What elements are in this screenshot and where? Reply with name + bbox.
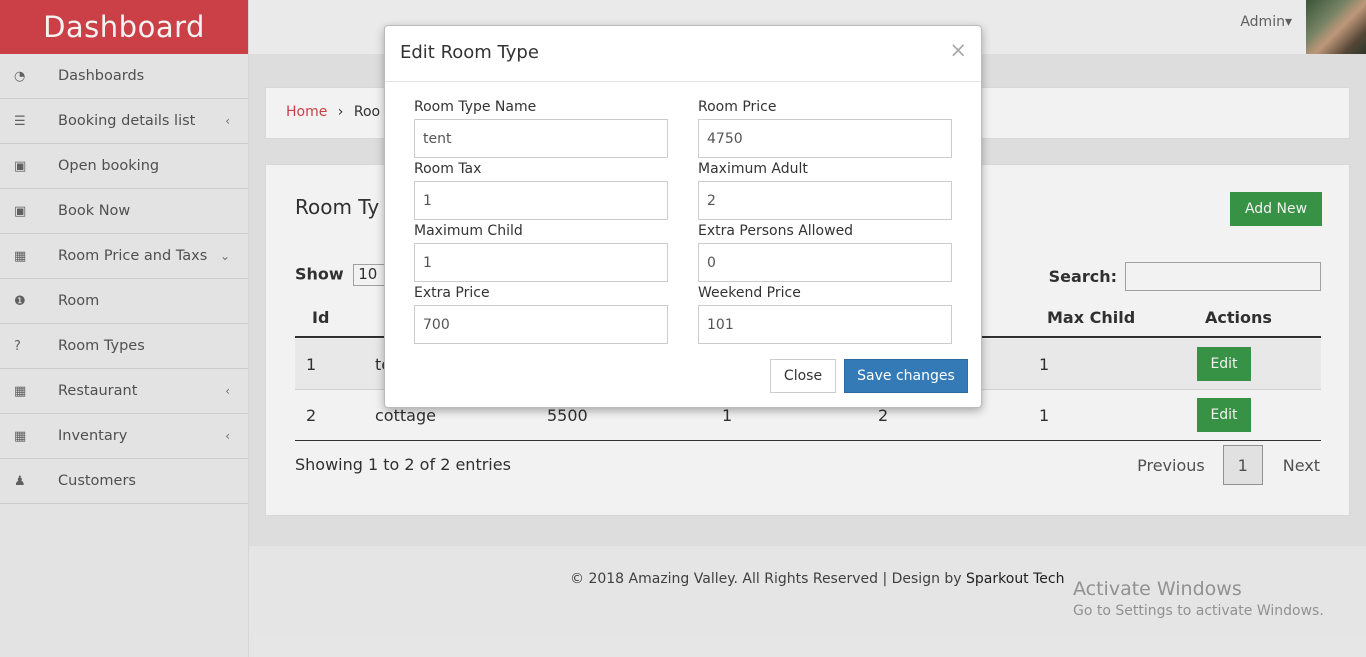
maximum-child-group: Maximum Child (414, 223, 668, 282)
room-type-name-label: Room Type Name (414, 99, 537, 115)
maximum-adult-label: Maximum Adult (698, 161, 808, 177)
extra-persons-label: Extra Persons Allowed (698, 223, 854, 239)
room-type-name-group: Room Type Name (414, 99, 668, 158)
edit-room-type-modal: Edit Room Type × Room Type Name Room Pri… (384, 25, 982, 408)
extra-persons-input[interactable] (698, 243, 952, 282)
extra-price-input[interactable] (414, 305, 668, 344)
room-price-label: Room Price (698, 99, 777, 115)
room-price-group: Room Price (698, 99, 952, 158)
close-icon[interactable]: × (949, 38, 967, 62)
room-tax-label: Room Tax (414, 161, 482, 177)
weekend-price-input[interactable] (698, 305, 952, 344)
weekend-price-label: Weekend Price (698, 285, 801, 301)
maximum-adult-group: Maximum Adult (698, 161, 952, 220)
modal-header: Edit Room Type × (385, 26, 981, 82)
save-changes-button[interactable]: Save changes (844, 359, 968, 393)
room-tax-input[interactable] (414, 181, 668, 220)
extra-persons-group: Extra Persons Allowed (698, 223, 952, 282)
room-tax-group: Room Tax (414, 161, 668, 220)
room-price-input[interactable] (698, 119, 952, 158)
close-button[interactable]: Close (770, 359, 836, 393)
maximum-adult-input[interactable] (698, 181, 952, 220)
maximum-child-input[interactable] (414, 243, 668, 282)
extra-price-label: Extra Price (414, 285, 490, 301)
extra-price-group: Extra Price (414, 285, 668, 344)
modal-title: Edit Room Type (400, 42, 539, 63)
weekend-price-group: Weekend Price (698, 285, 952, 344)
room-type-name-input[interactable] (414, 119, 668, 158)
maximum-child-label: Maximum Child (414, 223, 523, 239)
